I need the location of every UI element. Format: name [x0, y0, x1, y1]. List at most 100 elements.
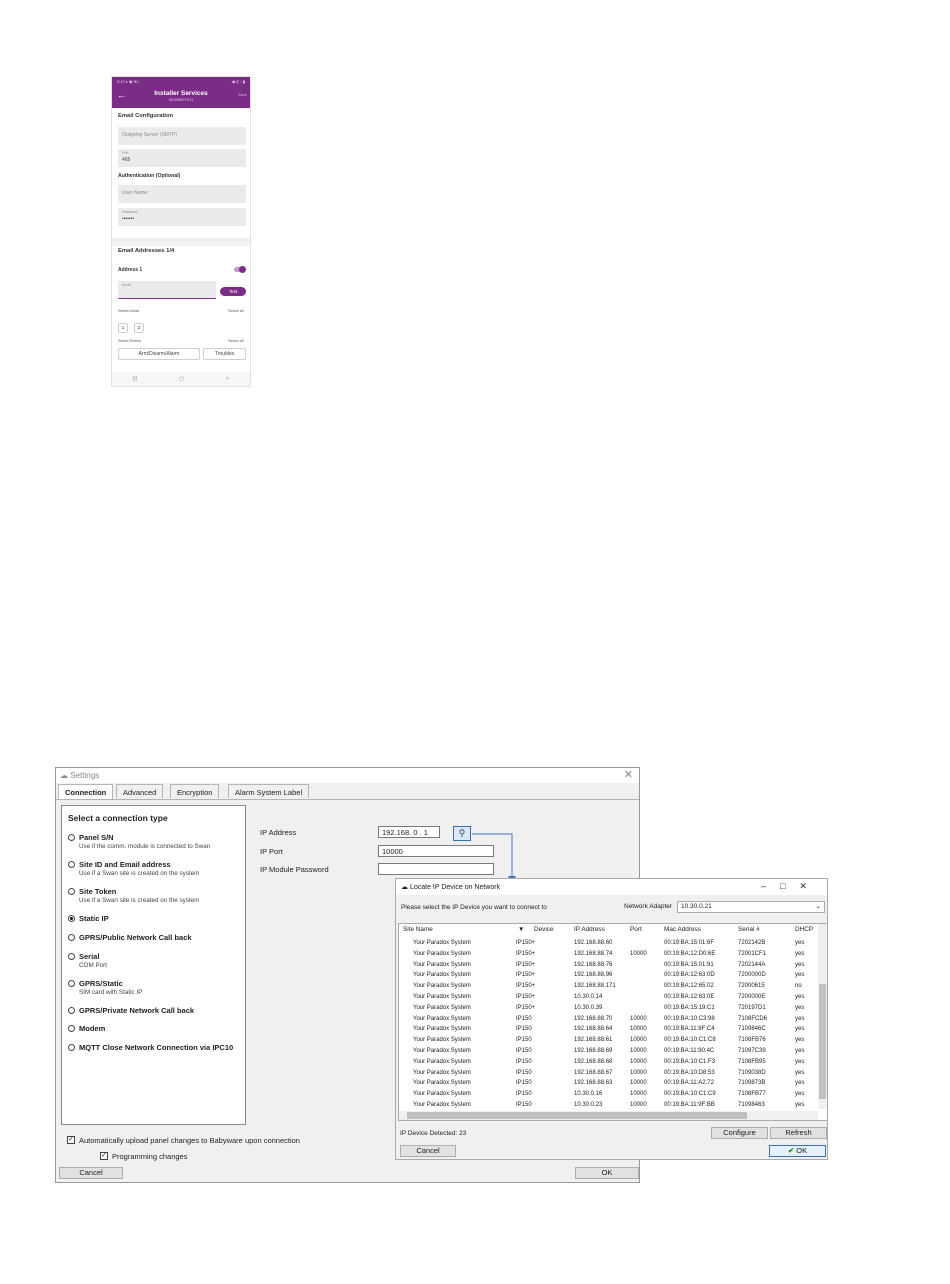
table-cell[interactable]: 10000 [630, 1026, 647, 1032]
table-cell[interactable]: 72001CF1 [738, 951, 766, 957]
table-cell[interactable]: Your Paradox System [413, 951, 471, 957]
table-cell[interactable]: yes [795, 1026, 804, 1032]
table-cell[interactable]: yes [795, 940, 804, 946]
col-dhcp[interactable]: DHCP [795, 926, 813, 933]
radio-gprs-static[interactable] [68, 980, 75, 987]
table-cell[interactable]: IP150 [516, 1102, 532, 1108]
table-cell[interactable]: yes [795, 1080, 804, 1086]
search-ip-button[interactable]: ⚲ [453, 826, 471, 841]
back-icon[interactable]: < [226, 376, 229, 382]
address-1-toggle[interactable] [234, 266, 246, 273]
table-cell[interactable]: 7200000D [738, 972, 766, 978]
table-cell[interactable]: 00:19:BA:10:C1:F3 [664, 1059, 715, 1065]
col-mac-address[interactable]: Mac Address [664, 926, 701, 933]
table-cell[interactable]: 10.30.0.23 [574, 1102, 602, 1108]
auto-upload-checkbox[interactable]: ✓ [67, 1136, 75, 1144]
table-cell[interactable]: 00:19:BA:15:19:C1 [664, 1005, 715, 1011]
table-cell[interactable]: 00:19:BA:10:D8:53 [664, 1070, 715, 1076]
table-cell[interactable]: 10000 [630, 1102, 647, 1108]
table-cell[interactable]: 00:19:BA:11:9F:C4 [664, 1026, 715, 1032]
table-cell[interactable]: 7108FCD6 [738, 1016, 767, 1022]
option-gprs-private[interactable]: GPRS/Private Network Call back [79, 1006, 194, 1015]
table-cell[interactable]: 10000 [630, 1070, 647, 1076]
table-cell[interactable]: IP150 [516, 1070, 532, 1076]
programming-changes-checkbox[interactable]: ✓ [100, 1152, 108, 1160]
table-cell[interactable]: Your Paradox System [413, 1016, 471, 1022]
radio-static-ip[interactable] [68, 915, 75, 922]
table-cell[interactable]: 10000 [630, 1091, 647, 1097]
table-cell[interactable]: 192.168.88.64 [574, 1026, 612, 1032]
table-cell[interactable]: Your Paradox System [413, 1091, 471, 1097]
option-serial[interactable]: Serial [79, 952, 99, 961]
radio-mqtt[interactable] [68, 1044, 75, 1051]
table-cell[interactable]: IP150 [516, 1080, 532, 1086]
table-cell[interactable]: yes [795, 951, 804, 957]
outgoing-server-field[interactable]: Outgoing Server (SMTP) [118, 127, 246, 145]
option-modem[interactable]: Modem [79, 1024, 105, 1033]
recent-apps-icon[interactable]: ||| [133, 376, 137, 382]
table-cell[interactable]: 192.168.88.63 [574, 1080, 612, 1086]
table-cell[interactable]: 192.168.88.70 [574, 1016, 612, 1022]
table-cell[interactable]: 192.168.88.69 [574, 1048, 612, 1054]
table-cell[interactable]: IP150 [516, 1016, 532, 1022]
radio-site-id[interactable] [68, 861, 75, 868]
table-cell[interactable]: 192.168.88.68 [574, 1059, 612, 1065]
option-mqtt[interactable]: MQTT Close Network Connection via IPC10 [79, 1043, 233, 1052]
password-field[interactable]: Password ••••••• [118, 208, 246, 226]
save-button[interactable]: Save [238, 92, 247, 97]
table-cell[interactable]: 00:19:BA:12:65:02 [664, 983, 714, 989]
select-all-events-link[interactable]: Select all [228, 339, 243, 343]
test-button[interactable]: Test [220, 287, 246, 296]
table-cell[interactable]: 00:19:BA:10:C3:98 [664, 1016, 715, 1022]
tab-alarm-system-label[interactable]: Alarm System Label [228, 784, 310, 798]
option-site-id[interactable]: Site ID and Email address [79, 860, 171, 869]
table-cell[interactable]: 10000 [630, 951, 647, 957]
area-1-button[interactable]: 1 [118, 323, 128, 333]
area-2-button[interactable]: 2 [134, 323, 144, 333]
table-cell[interactable]: 192.168.88.67 [574, 1070, 612, 1076]
option-gprs-static[interactable]: GPRS/Static [79, 979, 123, 988]
option-panel-sn[interactable]: Panel S/N [79, 833, 114, 842]
close-icon[interactable]: ✕ [624, 768, 633, 781]
table-cell[interactable]: 00:19:BA:11:A2:72 [664, 1080, 714, 1086]
table-cell[interactable]: IP150 [516, 1059, 532, 1065]
table-cell[interactable]: IP150+ [516, 940, 535, 946]
table-cell[interactable]: 7108FB76 [738, 1037, 766, 1043]
email-input[interactable]: Email [118, 281, 216, 299]
user-name-field[interactable]: User Name [118, 185, 246, 203]
table-cell[interactable]: IP150 [516, 1091, 532, 1097]
table-cell[interactable]: yes [795, 994, 804, 1000]
scroll-thumb[interactable] [407, 1112, 747, 1119]
table-cell[interactable]: 00:19:BA:12:63:0E [664, 994, 714, 1000]
table-cell[interactable]: no [795, 983, 802, 989]
radio-site-token[interactable] [68, 888, 75, 895]
locate-ok-button[interactable]: ✔ OK [769, 1145, 826, 1157]
table-cell[interactable]: IP150+ [516, 1005, 535, 1011]
table-cell[interactable]: IP150+ [516, 972, 535, 978]
tab-encryption[interactable]: Encryption [170, 784, 220, 798]
table-cell[interactable]: 7108FB77 [738, 1091, 766, 1097]
table-cell[interactable]: Your Paradox System [413, 1070, 471, 1076]
option-site-token[interactable]: Site Token [79, 887, 116, 896]
table-cell[interactable]: 192.168.88.76 [574, 962, 612, 968]
table-cell[interactable]: IP150+ [516, 962, 535, 968]
table-cell[interactable]: yes [795, 1059, 804, 1065]
table-cell[interactable]: 7202142B [738, 940, 765, 946]
table-cell[interactable]: 7109846C [738, 1026, 766, 1032]
table-cell[interactable]: 71097C39 [738, 1048, 766, 1054]
table-cell[interactable]: 00:19:BA:11:9F:BB [664, 1102, 715, 1108]
radio-panel-sn[interactable] [68, 834, 75, 841]
ip-address-input[interactable]: 192.168. 0 . 1 [378, 826, 440, 838]
table-cell[interactable]: 10000 [630, 1059, 647, 1065]
col-device[interactable]: Device [534, 926, 554, 933]
network-adapter-select[interactable]: 10.30.0.21 ⌄ [677, 901, 825, 913]
table-cell[interactable]: IP150+ [516, 983, 535, 989]
table-cell[interactable]: IP150 [516, 1037, 532, 1043]
table-cell[interactable]: 00:19:BA:15:01:91 [664, 962, 714, 968]
table-cell[interactable]: 192.168.88.60 [574, 940, 612, 946]
locate-cancel-button[interactable]: Cancel [400, 1145, 456, 1157]
select-all-areas-link[interactable]: Select all [228, 309, 243, 313]
port-field[interactable]: Port 465 [118, 149, 246, 167]
refresh-button[interactable]: Refresh [770, 1127, 827, 1139]
event-troubles-button[interactable]: Troubles [203, 348, 246, 360]
